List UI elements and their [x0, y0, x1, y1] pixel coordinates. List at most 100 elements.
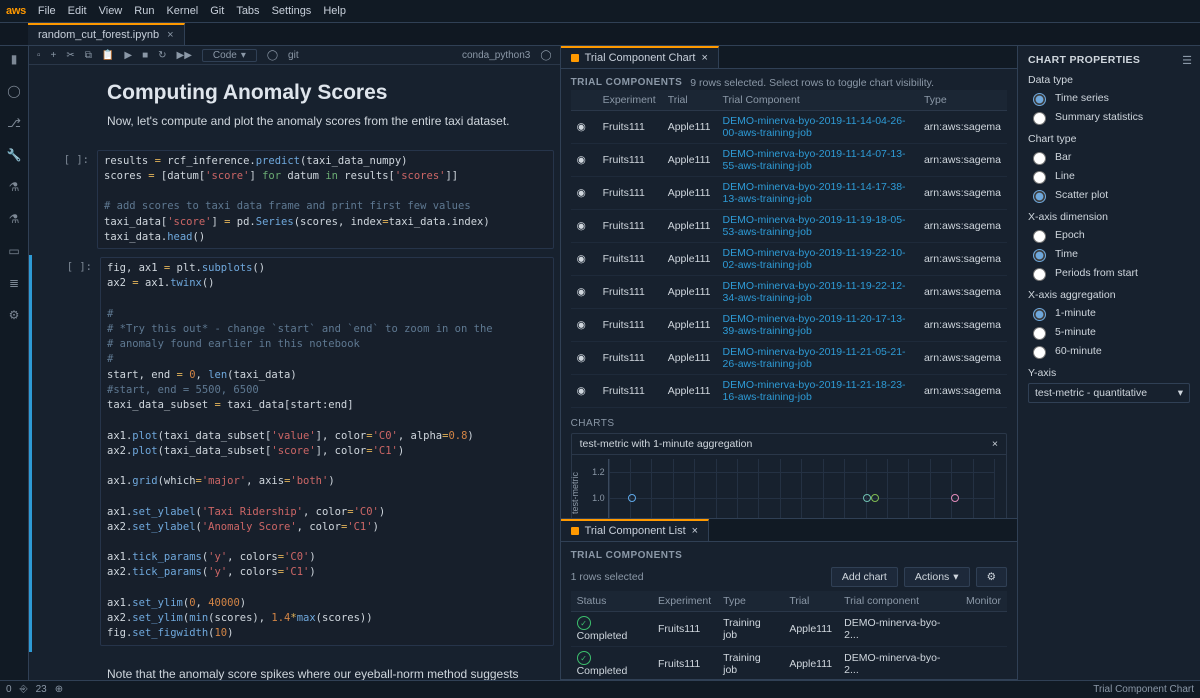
box-icon[interactable]: ▭	[7, 244, 21, 258]
code-cell-1[interactable]: [ ]: results = rcf_inference.predict(tax…	[29, 148, 560, 255]
chart-card: test-metric with 1-minute aggregation × …	[571, 433, 1007, 518]
kernel-name[interactable]: conda_python3	[462, 50, 530, 61]
prop-group-label: Chart type	[1028, 133, 1190, 145]
visibility-icon[interactable]: ◉	[571, 210, 597, 243]
tab-trial-list[interactable]: Trial Component List×	[561, 519, 710, 541]
close-icon[interactable]: ×	[701, 52, 707, 64]
visibility-icon[interactable]: ◉	[571, 375, 597, 408]
table-row[interactable]: ◉Fruits111Apple111DEMO-minerva-byo-2019-…	[571, 375, 1007, 408]
menu-run[interactable]: Run	[134, 5, 154, 17]
prop-option[interactable]: Bar	[1028, 149, 1190, 165]
list-hint: 1 rows selected	[571, 571, 644, 583]
flask2-icon[interactable]: ⚗	[7, 212, 21, 226]
status-item[interactable]: 23	[36, 684, 47, 695]
actions-button[interactable]: Actions▾	[904, 567, 970, 587]
table-row[interactable]: ◉Fruits111Apple111DEMO-minerva-byo-2019-…	[571, 309, 1007, 342]
visibility-icon[interactable]: ◉	[571, 309, 597, 342]
gear-icon[interactable]: ⚙	[7, 308, 21, 322]
visibility-icon[interactable]: ◉	[571, 177, 597, 210]
visibility-icon[interactable]: ◉	[571, 276, 597, 309]
tab-trial-chart[interactable]: Trial Component Chart×	[561, 46, 719, 68]
table-row[interactable]: ◉Fruits111Apple111DEMO-minerva-byo-2019-…	[571, 144, 1007, 177]
save-icon[interactable]: ▫	[37, 50, 41, 61]
menu-edit[interactable]: Edit	[68, 5, 87, 17]
prop-option[interactable]: Time series	[1028, 90, 1190, 106]
prompt: [ ]:	[40, 257, 100, 645]
prop-option[interactable]: 5-minute	[1028, 324, 1190, 340]
trial-list-pane: Trial Component List× TRIAL COMPONENTS 1…	[561, 519, 1017, 680]
visibility-icon[interactable]: ◉	[571, 342, 597, 375]
components-hint: 9 rows selected. Select rows to toggle c…	[690, 77, 934, 90]
intro-text: Now, let's compute and plot the anomaly …	[107, 113, 546, 130]
branch-icon[interactable]: ⎇	[7, 116, 21, 130]
flask-icon[interactable]: ⚗	[7, 180, 21, 194]
menu-git[interactable]: Git	[210, 5, 224, 17]
menu-view[interactable]: View	[99, 5, 123, 17]
menu-file[interactable]: File	[38, 5, 56, 17]
wrench-icon[interactable]: 🔧	[7, 148, 21, 162]
prop-option[interactable]: Epoch	[1028, 227, 1190, 243]
prop-group-label: Y-axis	[1028, 367, 1190, 379]
settings-button[interactable]: ⚙	[976, 567, 1007, 587]
page-title: Computing Anomaly Scores	[107, 81, 546, 105]
prop-option[interactable]: Line	[1028, 168, 1190, 184]
table-row[interactable]: ◉Fruits111Apple111DEMO-minerva-byo-2019-…	[571, 276, 1007, 309]
table-row[interactable]: ◉Fruits111Apple111DEMO-minerva-byo-2019-…	[571, 342, 1007, 375]
code-cell-2[interactable]: [ ]: fig, ax1 = plt.subplots() ax2 = ax1…	[29, 255, 560, 651]
prop-option[interactable]: Time	[1028, 246, 1190, 262]
chart-title: test-metric with 1-minute aggregation	[580, 438, 753, 450]
table-row[interactable]: ◉Fruits111Apple111DEMO-minerva-byo-2019-…	[571, 111, 1007, 144]
status-item[interactable]: 0	[6, 684, 12, 695]
copy-icon[interactable]: ⧉	[85, 50, 92, 61]
prop-group-label: X-axis dimension	[1028, 211, 1190, 223]
table-row[interactable]: ◉Fruits111Apple111DEMO-minerva-byo-2019-…	[571, 243, 1007, 276]
prop-option[interactable]: Periods from start	[1028, 265, 1190, 281]
insert-icon[interactable]: +	[51, 50, 57, 61]
run-icon[interactable]: ▶	[124, 50, 132, 61]
menu-tabs[interactable]: Tabs	[236, 5, 259, 17]
data-point	[951, 494, 959, 502]
circle-icon[interactable]: ◯	[7, 84, 21, 98]
components-label: TRIAL COMPONENTS	[571, 77, 683, 88]
paste-icon[interactable]: 📋	[102, 50, 114, 61]
close-icon[interactable]: ×	[992, 438, 998, 450]
status-right: Trial Component Chart	[1093, 684, 1194, 695]
table-row[interactable]: ◉Fruits111Apple111DEMO-minerva-byo-2019-…	[571, 210, 1007, 243]
yaxis-select[interactable]: test-metric - quantitative▾	[1028, 383, 1190, 403]
status-item[interactable]: ⊕	[55, 684, 63, 695]
prop-option[interactable]: 60-minute	[1028, 343, 1190, 359]
list-icon[interactable]: ≣	[7, 276, 21, 290]
notebook-tab[interactable]: random_cut_forest.ipynb ×	[28, 23, 185, 45]
close-icon[interactable]: ×	[692, 525, 698, 537]
cut-icon[interactable]: ✂	[66, 50, 74, 61]
status-item[interactable]: ⎆	[20, 684, 28, 695]
kernel-busy-icon: ◯	[267, 50, 278, 61]
prop-option[interactable]: Scatter plot	[1028, 187, 1190, 203]
code-body[interactable]: results = rcf_inference.predict(taxi_dat…	[97, 150, 554, 249]
git-icon[interactable]: git	[288, 50, 299, 61]
table-row[interactable]: ✓CompletedFruits111Training jobApple111D…	[571, 612, 1007, 647]
prop-option[interactable]: Summary statistics	[1028, 109, 1190, 125]
stop-icon[interactable]: ■	[142, 50, 148, 61]
menu-settings[interactable]: Settings	[272, 5, 312, 17]
table-row[interactable]: ✓CompletedFruits111Training jobApple111D…	[571, 647, 1007, 680]
menu-kernel[interactable]: Kernel	[166, 5, 198, 17]
close-icon[interactable]: ×	[167, 29, 173, 41]
nb-toolbar: ▫ + ✂ ⧉ 📋 ▶ ■ ↻ ▶▶ Code▾ ◯ git conda_pyt…	[29, 46, 560, 65]
visibility-icon[interactable]: ◉	[571, 111, 597, 144]
visibility-icon[interactable]: ◉	[571, 144, 597, 177]
prop-option[interactable]: 1-minute	[1028, 305, 1190, 321]
code-body[interactable]: fig, ax1 = plt.subplots() ax2 = ax1.twin…	[100, 257, 554, 645]
folder-icon[interactable]: ▮	[7, 52, 21, 66]
table-row[interactable]: ◉Fruits111Apple111DEMO-minerva-byo-2019-…	[571, 177, 1007, 210]
celltype-select[interactable]: Code▾	[202, 49, 257, 62]
menu-icon[interactable]: ☰	[1182, 54, 1192, 67]
runall-icon[interactable]: ▶▶	[177, 50, 192, 61]
menu-help[interactable]: Help	[323, 5, 346, 17]
visibility-icon[interactable]: ◉	[571, 243, 597, 276]
trial-chart-pane: Trial Component Chart× TRIAL COMPONENTS 9…	[561, 46, 1017, 519]
restart-icon[interactable]: ↻	[158, 50, 166, 61]
list-table: StatusExperimentTypeTrialTrial component…	[571, 591, 1007, 679]
aws-logo: aws	[6, 5, 26, 17]
add-chart-button[interactable]: Add chart	[831, 567, 898, 587]
